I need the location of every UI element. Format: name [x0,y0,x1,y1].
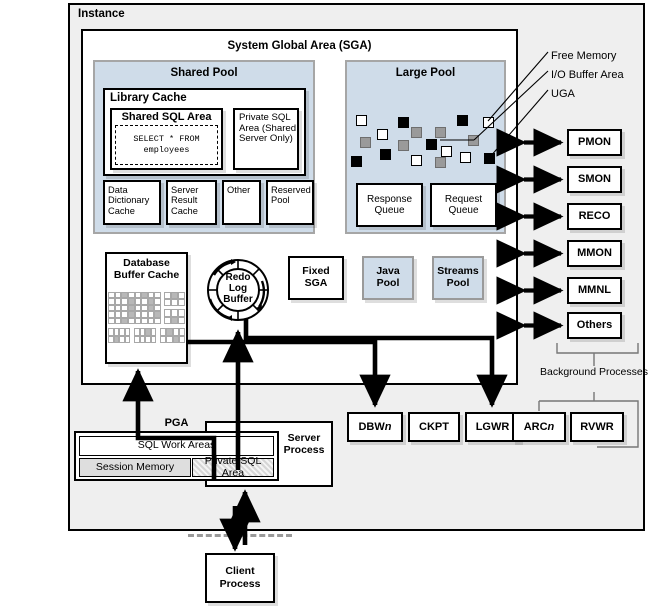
buffer-grid [160,328,185,343]
memory-square-io [360,137,371,148]
process-box-others: Others [567,312,622,339]
dbbc-line-2: Buffer Cache [113,269,180,282]
buffer-grid [164,309,185,324]
legend-io-buffer-area: I/O Buffer Area [551,69,624,81]
other-box: Other [222,180,261,225]
private-sql-area-box: Private SQL Area (Shared Server Only) [233,108,299,170]
library-cache-label: Library Cache [110,92,187,104]
session-memory-box: Session Memory [79,458,191,477]
request-queue-box: Request Queue [430,183,497,227]
memory-square-uga [457,115,468,126]
pga-private-sql-area-box: Private SQL Area [192,455,274,478]
data-dictionary-cache-box: Data Dictionary Cache [103,180,161,225]
dbwn-label: DBWn [358,420,392,433]
redo-line-2: Log [228,283,248,294]
arcn-label: ARCn [523,420,555,433]
buffer-grid [134,328,156,343]
streams-pool-box: Streams Pool [432,256,484,300]
redo-log-buffer-label: Redo Log Buffer [200,272,276,305]
server-process-label: Server Process [283,432,325,457]
reserved-pool-box: Reserved Pool [266,180,314,225]
dbbc-line-1: Database [123,257,170,269]
memory-square-io [435,157,446,168]
legend-free-memory: Free Memory [551,50,617,62]
process-box-dbwn: DBWn [347,412,403,442]
memory-square-uga [380,149,391,160]
background-processes-bracket-label: Background Processes [540,366,648,378]
shared-pool-title: Shared Pool [170,67,238,79]
buffer-grid [108,328,130,343]
response-queue-box: Response Queue [356,183,423,227]
database-buffer-cache-label: Database Buffer Cache [105,257,188,281]
redo-line-3: Buffer [223,294,253,305]
sql-line-2: employees [143,145,190,155]
process-box-ckpt: CKPT [408,412,460,442]
redo-line-1: Redo [225,272,251,283]
sql-line-1: SELECT * FROM [133,133,200,144]
sql-statement-box: SELECT * FROM employees [115,125,218,165]
process-box-reco: RECO [567,203,622,230]
buffer-grid [164,292,185,306]
large-pool-title: Large Pool [395,67,456,79]
instance-label: Instance [78,8,125,20]
memory-square-io [468,135,479,146]
sga-title: System Global Area (SGA) [227,40,372,52]
server-result-cache-box: Server Result Cache [166,180,217,225]
memory-square-uga [426,139,437,150]
client-line-1: Client [225,565,255,578]
diagram-canvas: Instance System Global Area (SGA) Shared… [0,0,648,611]
client-line-2: Process [219,578,261,590]
network-boundary-line [188,534,292,537]
shared-sql-area-label: Shared SQL Area [121,111,212,123]
memory-square-free [441,146,452,157]
memory-square-io [435,127,446,138]
sql-work-areas-box: SQL Work Areas [79,436,274,456]
memory-square-io [411,127,422,138]
process-box-smon: SMON [567,166,622,193]
process-box-arcn: ARCn [512,412,566,442]
client-process-box: Client Process [205,553,275,603]
java-pool-box: Java Pool [362,256,414,300]
memory-square-uga [484,153,495,164]
memory-square-free [356,115,367,126]
memory-square-io [398,140,409,151]
buffer-grid [108,292,161,324]
legend-uga: UGA [551,88,575,100]
process-box-rvwr: RVWR [570,412,624,442]
fixed-sga-box: Fixed SGA [288,256,344,300]
process-box-mmnl: MMNL [567,277,622,304]
memory-square-free [483,117,494,128]
memory-square-free [460,152,471,163]
memory-square-uga [398,117,409,128]
memory-square-free [411,155,422,166]
memory-square-uga [351,156,362,167]
pga-label: PGA [164,417,189,429]
memory-square-free [377,129,388,140]
process-box-pmon: PMON [567,129,622,156]
process-box-mmon: MMON [567,240,622,267]
